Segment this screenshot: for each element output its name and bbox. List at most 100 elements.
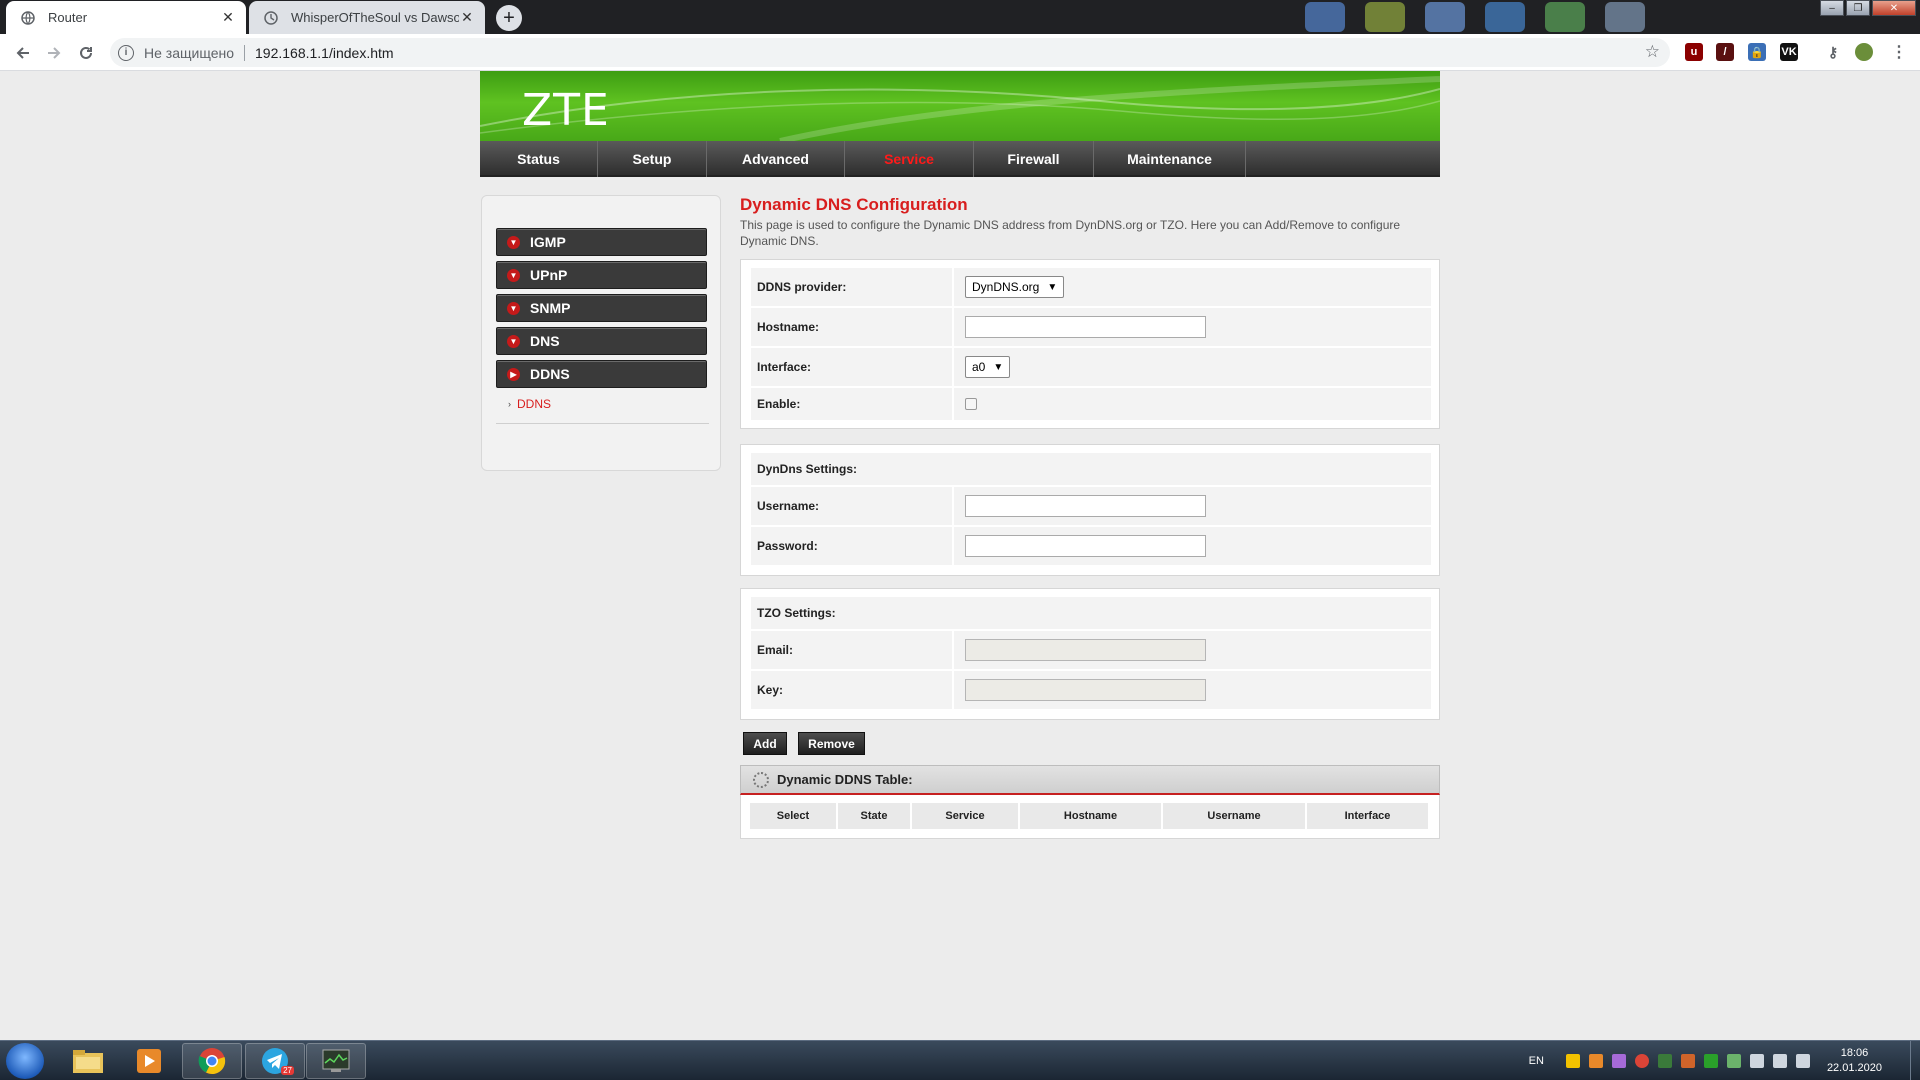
- ublock-icon[interactable]: u: [1685, 43, 1703, 61]
- interface-label: Interface:: [751, 348, 954, 386]
- sidebar: ▼ IGMP ▼ UPnP ▼ SNMP ▼ DNS ▶ DDNS › DDNS: [481, 195, 721, 471]
- tab-title: WhisperOfTheSoul vs DawsonRy: [291, 10, 459, 25]
- show-desktop-button[interactable]: [1910, 1041, 1920, 1080]
- key-label: Key:: [751, 671, 954, 709]
- dropdown-arrow-icon: ▼: [993, 361, 1004, 373]
- nav-status[interactable]: Status: [480, 141, 598, 177]
- tab-close-icon[interactable]: ✕: [459, 9, 475, 26]
- key-row: Key:: [751, 671, 1431, 709]
- tray-icon[interactable]: [1657, 1054, 1672, 1068]
- table-header-row: Select State Service Hostname Username I…: [750, 803, 1430, 829]
- tray-icon[interactable]: [1703, 1054, 1718, 1068]
- avatar-ext-icon[interactable]: [1855, 43, 1873, 61]
- email-input[interactable]: [965, 639, 1206, 661]
- back-icon[interactable]: [12, 42, 34, 64]
- new-tab-button[interactable]: +: [496, 5, 522, 31]
- tray-icon[interactable]: [1565, 1054, 1580, 1068]
- add-button[interactable]: Add: [743, 732, 787, 755]
- taskbar: 27 EN 18:06 22.01.2020: [0, 1040, 1920, 1080]
- hostname-input[interactable]: [965, 316, 1206, 338]
- address-bar[interactable]: i Не защищено 192.168.1.1/index.htm ☆: [110, 38, 1670, 67]
- sidebar-item-label: SNMP: [530, 300, 571, 316]
- tray-icon[interactable]: [1588, 1054, 1603, 1068]
- key-input[interactable]: [965, 679, 1206, 701]
- submenu-ddns[interactable]: › DDNS: [508, 397, 551, 411]
- tab-whisper[interactable]: WhisperOfTheSoul vs DawsonRy ✕: [249, 1, 485, 34]
- column-service: Service: [912, 803, 1020, 829]
- flag-icon[interactable]: [1749, 1054, 1764, 1068]
- main-nav: Status Setup Advanced Service Firewall M…: [480, 141, 1440, 177]
- start-orb[interactable]: [6, 1043, 44, 1079]
- browser-tab-strip: Router ✕ WhisperOfTheSoul vs DawsonRy ✕ …: [0, 0, 1920, 34]
- dyndns-title: DynDns Settings:: [751, 453, 1431, 485]
- provider-label: DDNS provider:: [751, 268, 954, 306]
- key-icon[interactable]: ⚷: [1824, 43, 1842, 61]
- lock-ext-icon[interactable]: 🔒: [1748, 43, 1766, 61]
- media-player-icon[interactable]: [119, 1043, 179, 1079]
- explorer-icon[interactable]: [58, 1043, 118, 1079]
- reload-icon[interactable]: [75, 42, 97, 64]
- nav-service[interactable]: Service: [845, 141, 974, 177]
- chrome-icon[interactable]: [182, 1043, 242, 1079]
- sidebar-item-snmp[interactable]: ▼ SNMP: [496, 294, 707, 322]
- language-indicator[interactable]: EN: [1529, 1055, 1544, 1067]
- bookmark-star-icon[interactable]: ☆: [1645, 42, 1660, 62]
- hostname-row: Hostname:: [751, 308, 1431, 346]
- username-input[interactable]: [965, 495, 1206, 517]
- red-ext-icon[interactable]: /: [1716, 43, 1734, 61]
- security-label: Не защищено: [144, 44, 234, 61]
- clock-time: 18:06: [1840, 1047, 1869, 1059]
- vk-icon[interactable]: VK: [1780, 43, 1798, 61]
- minimize-button[interactable]: ‒: [1820, 0, 1844, 16]
- remove-button[interactable]: Remove: [798, 732, 865, 755]
- close-window-button[interactable]: ✕: [1872, 0, 1916, 16]
- email-row: Email:: [751, 631, 1431, 669]
- column-interface: Interface: [1307, 803, 1430, 829]
- ddns-table-header: Dynamic DDNS Table:: [740, 765, 1440, 795]
- clock-date: 22.01.2020: [1826, 1062, 1882, 1074]
- menu-dots-icon[interactable]: ⋮: [1890, 43, 1908, 61]
- enable-checkbox[interactable]: [965, 398, 977, 410]
- task-manager-icon[interactable]: [306, 1043, 366, 1079]
- telegram-icon[interactable]: 27: [245, 1043, 305, 1079]
- tray-icon[interactable]: [1680, 1054, 1695, 1068]
- volume-icon[interactable]: [1795, 1054, 1810, 1068]
- sidebar-item-igmp[interactable]: ▼ IGMP: [496, 228, 707, 256]
- password-row: Password:: [751, 527, 1431, 565]
- tray-icon[interactable]: [1726, 1054, 1741, 1068]
- url-text[interactable]: 192.168.1.1/index.htm: [255, 45, 394, 61]
- enable-row: Enable:: [751, 388, 1431, 420]
- nav-firewall[interactable]: Firewall: [974, 141, 1094, 177]
- tray-icon[interactable]: [1634, 1054, 1649, 1068]
- nav-advanced[interactable]: Advanced: [707, 141, 845, 177]
- nav-maintenance[interactable]: Maintenance: [1094, 141, 1246, 177]
- tab-router[interactable]: Router ✕: [6, 1, 246, 34]
- sidebar-item-upnp[interactable]: ▼ UPnP: [496, 261, 707, 289]
- chevron-down-icon: ▼: [507, 301, 520, 315]
- nav-setup[interactable]: Setup: [598, 141, 707, 177]
- network-icon[interactable]: [1772, 1054, 1787, 1068]
- zte-logo: ZTE: [522, 85, 610, 136]
- column-hostname: Hostname: [1020, 803, 1163, 829]
- tab-close-icon[interactable]: ✕: [220, 9, 236, 26]
- chevron-right-icon: ▶: [507, 367, 520, 381]
- chevron-down-icon: ▼: [507, 235, 520, 249]
- info-icon[interactable]: i: [118, 44, 134, 61]
- ddns-provider-select[interactable]: DynDNS.org ▼: [965, 276, 1065, 298]
- ddns-provider-value: DynDNS.org: [972, 280, 1040, 294]
- forward-icon[interactable]: [43, 42, 65, 64]
- sidebar-item-dns[interactable]: ▼ DNS: [496, 327, 707, 355]
- maximize-button[interactable]: ❐: [1846, 0, 1870, 16]
- telegram-badge: 27: [281, 1066, 294, 1075]
- column-select: Select: [750, 803, 838, 829]
- window-controls: ‒ ❐ ✕: [1818, 0, 1916, 16]
- tray-icon[interactable]: [1611, 1054, 1626, 1068]
- password-input[interactable]: [965, 535, 1206, 557]
- column-state: State: [838, 803, 912, 829]
- sidebar-item-ddns[interactable]: ▶ DDNS: [496, 360, 707, 388]
- gear-icon: [753, 771, 769, 788]
- interface-select[interactable]: a0 ▼: [965, 356, 1011, 378]
- username-row: Username:: [751, 487, 1431, 525]
- provider-row: DDNS provider: DynDNS.org ▼: [751, 268, 1431, 306]
- clock[interactable]: 18:06 22.01.2020: [1827, 1046, 1882, 1076]
